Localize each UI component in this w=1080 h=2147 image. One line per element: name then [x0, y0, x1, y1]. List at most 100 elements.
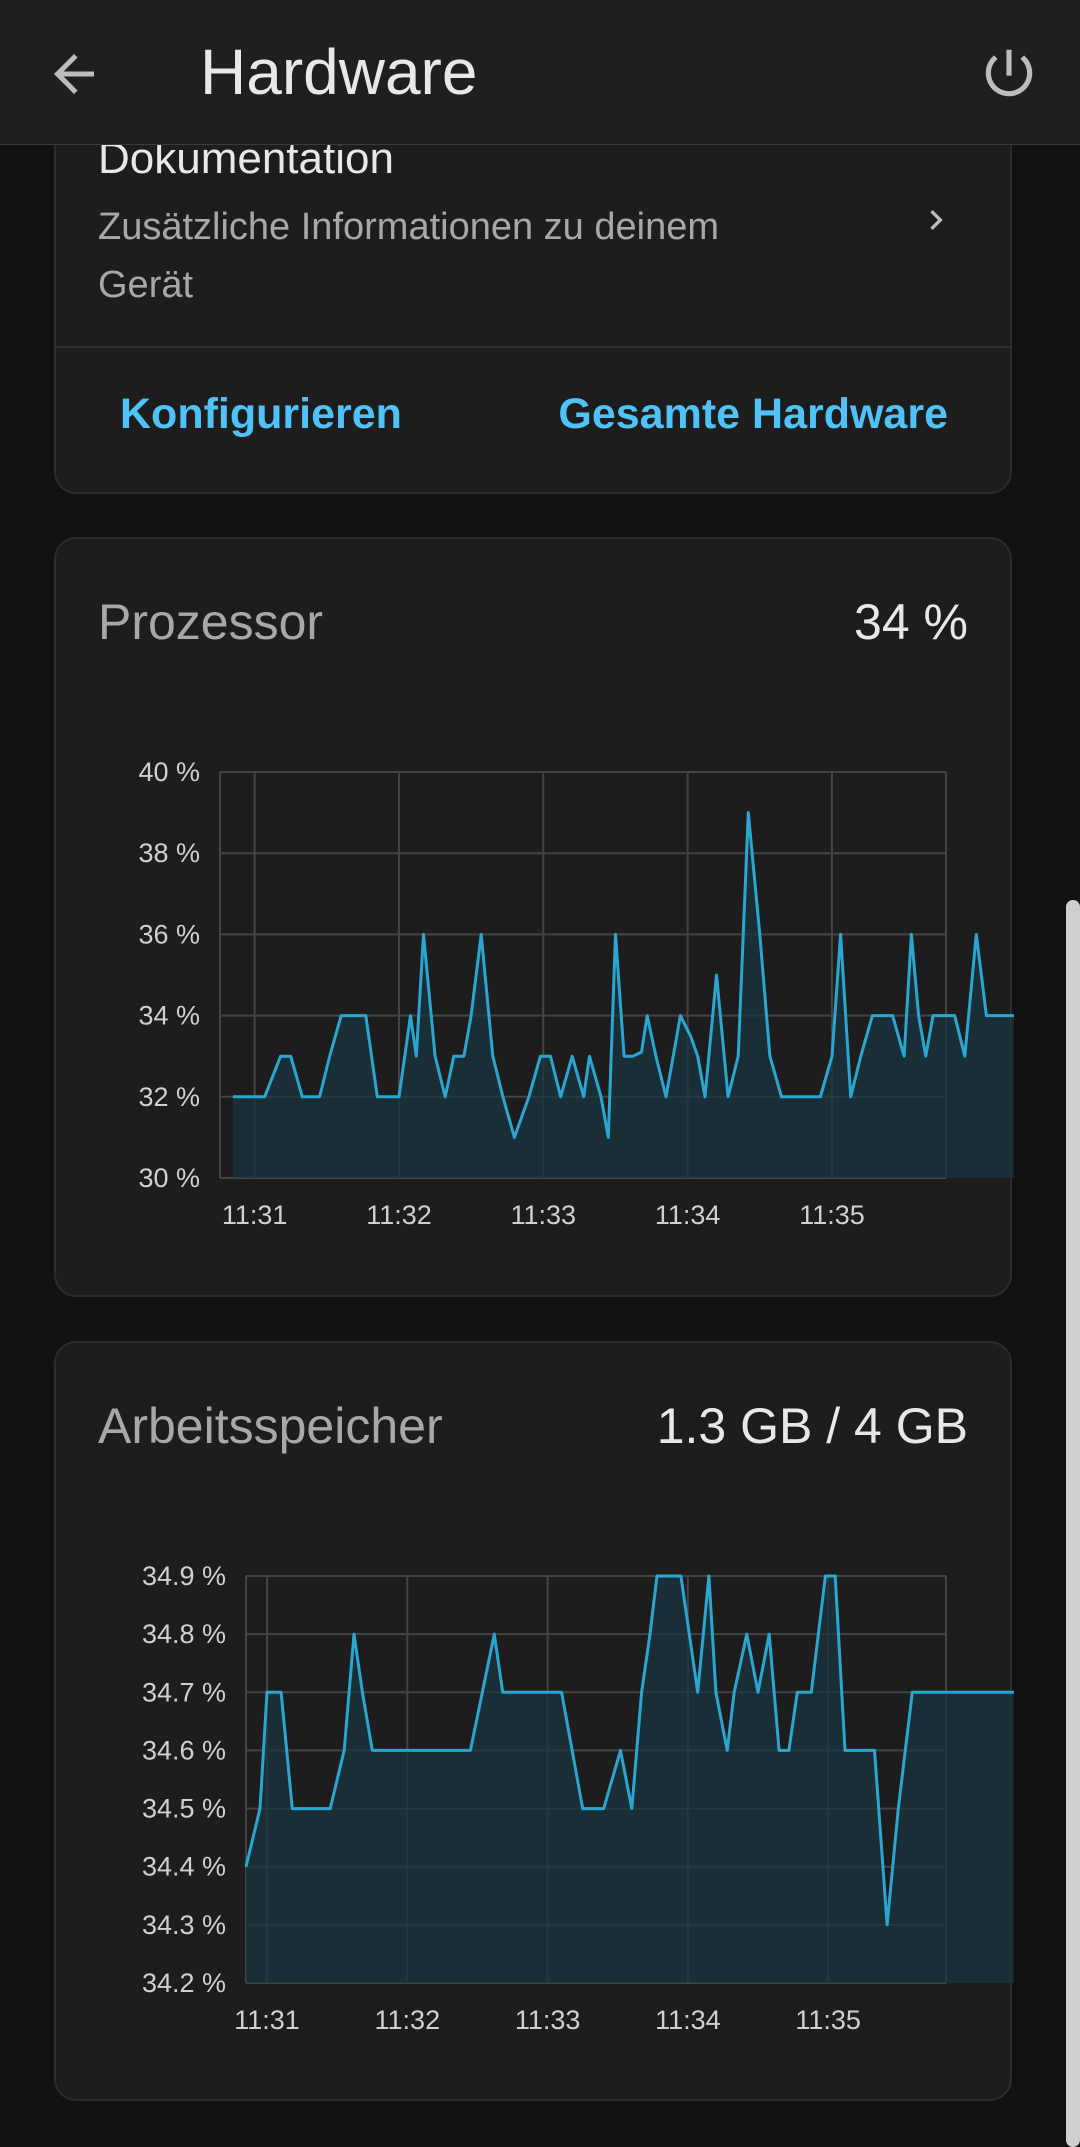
data-point	[631, 1808, 633, 1810]
data-point	[985, 1015, 987, 1017]
data-point	[965, 1691, 967, 1693]
x-tick-label: 11:34	[655, 2005, 721, 2035]
data-point	[727, 1096, 729, 1098]
data-point	[918, 1015, 920, 1017]
all-hardware-button[interactable]: Gesamte Hardware	[558, 390, 948, 439]
app-bar: Hardware	[0, 0, 1080, 145]
documentation-subtitle[interactable]: Zusätzliche Informationen zu deinem Gerä…	[98, 198, 818, 314]
data-point	[882, 1015, 883, 1017]
data-point	[290, 1055, 292, 1057]
data-point	[245, 1866, 247, 1868]
memory-chart: 34.2 % 34.3 % 34.4 % 34.5 % 34.6 % 34.7 % 34.8…	[142, 1561, 1014, 2035]
card-divider	[56, 346, 1010, 348]
data-point	[996, 1691, 997, 1693]
data-point	[254, 1096, 256, 1098]
y-tick-label: 36 %	[138, 919, 200, 949]
data-point	[641, 1051, 642, 1053]
data-point	[946, 1691, 948, 1693]
data-point	[903, 1055, 905, 1057]
y-tick-label: 34.8 %	[142, 1619, 226, 1649]
data-point	[641, 1691, 643, 1693]
data-point	[932, 1691, 934, 1693]
data-point	[910, 933, 912, 935]
data-point	[768, 1633, 770, 1635]
data-point	[954, 1015, 956, 1017]
data-point	[679, 1015, 681, 1017]
y-tick-label: 34.5 %	[142, 1794, 226, 1824]
data-point	[528, 1096, 530, 1098]
data-point	[649, 1633, 651, 1635]
data-point	[796, 1691, 798, 1693]
data-point	[1006, 1015, 1008, 1017]
data-point	[607, 1136, 609, 1138]
data-point	[620, 1749, 621, 1751]
y-tick-label: 34 %	[138, 1001, 200, 1031]
y-tick-label: 34.9 %	[142, 1561, 226, 1591]
data-point	[656, 1575, 658, 1577]
data-point	[781, 1096, 782, 1098]
data-point	[259, 1808, 261, 1810]
data-point	[824, 1575, 826, 1577]
x-tick-label: 11:35	[799, 1200, 865, 1230]
data-point	[398, 1096, 400, 1098]
data-point	[319, 1096, 321, 1098]
page-title: Hardware	[200, 36, 478, 108]
data-point	[733, 1691, 735, 1693]
data-point	[942, 1015, 944, 1017]
configure-button[interactable]: Konfigurieren	[120, 390, 402, 439]
data-point	[365, 1015, 367, 1017]
data-point	[560, 1096, 562, 1098]
power-icon[interactable]	[978, 42, 1040, 104]
data-point	[353, 1633, 355, 1635]
series-area	[246, 1576, 1014, 1983]
x-tick-label: 11:32	[375, 2005, 441, 2035]
data-point	[444, 1096, 446, 1098]
data-point	[819, 1096, 821, 1098]
data-point	[561, 1691, 563, 1693]
data-point	[726, 1749, 728, 1751]
data-point	[690, 1035, 691, 1037]
data-point	[997, 1015, 999, 1017]
data-point	[513, 1136, 515, 1138]
x-tick-label: 11:31	[234, 2005, 300, 2035]
data-point	[799, 1096, 801, 1098]
data-point	[646, 1015, 648, 1017]
y-tick-label: 34.2 %	[142, 1968, 226, 1998]
data-point	[911, 1691, 913, 1693]
data-point	[264, 1096, 266, 1098]
data-point	[540, 1691, 542, 1693]
y-tick-label: 34.6 %	[142, 1735, 226, 1765]
data-point	[759, 933, 761, 935]
data-point	[704, 1096, 706, 1098]
data-point	[423, 933, 424, 935]
data-point	[975, 933, 977, 935]
chevron-right-icon[interactable]	[916, 200, 956, 240]
y-tick-label: 32 %	[138, 1082, 200, 1112]
data-point	[865, 1749, 867, 1751]
data-point	[406, 1749, 408, 1751]
data-point	[480, 933, 482, 935]
x-tick-label: 11:33	[515, 2005, 581, 2035]
data-point	[600, 1096, 602, 1098]
data-point	[463, 1055, 465, 1057]
data-point	[434, 1055, 436, 1057]
data-point	[855, 1749, 857, 1751]
scrollbar[interactable]	[1066, 900, 1080, 2147]
data-point	[470, 1015, 472, 1017]
data-point	[280, 1691, 282, 1693]
data-point	[778, 1749, 780, 1751]
data-point	[623, 1055, 625, 1057]
data-point	[493, 1633, 495, 1635]
data-point	[280, 1055, 282, 1057]
data-point	[502, 1691, 504, 1693]
data-point	[788, 1749, 790, 1751]
arrow-left-icon[interactable]	[44, 44, 104, 104]
memory-card: Arbeitsspeicher 1.3 GB / 4 GB 34.2 % 34.3…	[54, 1341, 1014, 2101]
processor-chart: 30 % 32 % 34 % 36 % 38 % 40 % 11:31 11:32 11:33 1…	[138, 757, 1014, 1230]
y-tick-label: 38 %	[138, 838, 200, 868]
data-point	[232, 1096, 234, 1098]
data-point	[453, 1055, 455, 1057]
data-point	[697, 1691, 699, 1693]
x-tick-label: 11:33	[511, 1200, 577, 1230]
data-point	[355, 1015, 357, 1017]
